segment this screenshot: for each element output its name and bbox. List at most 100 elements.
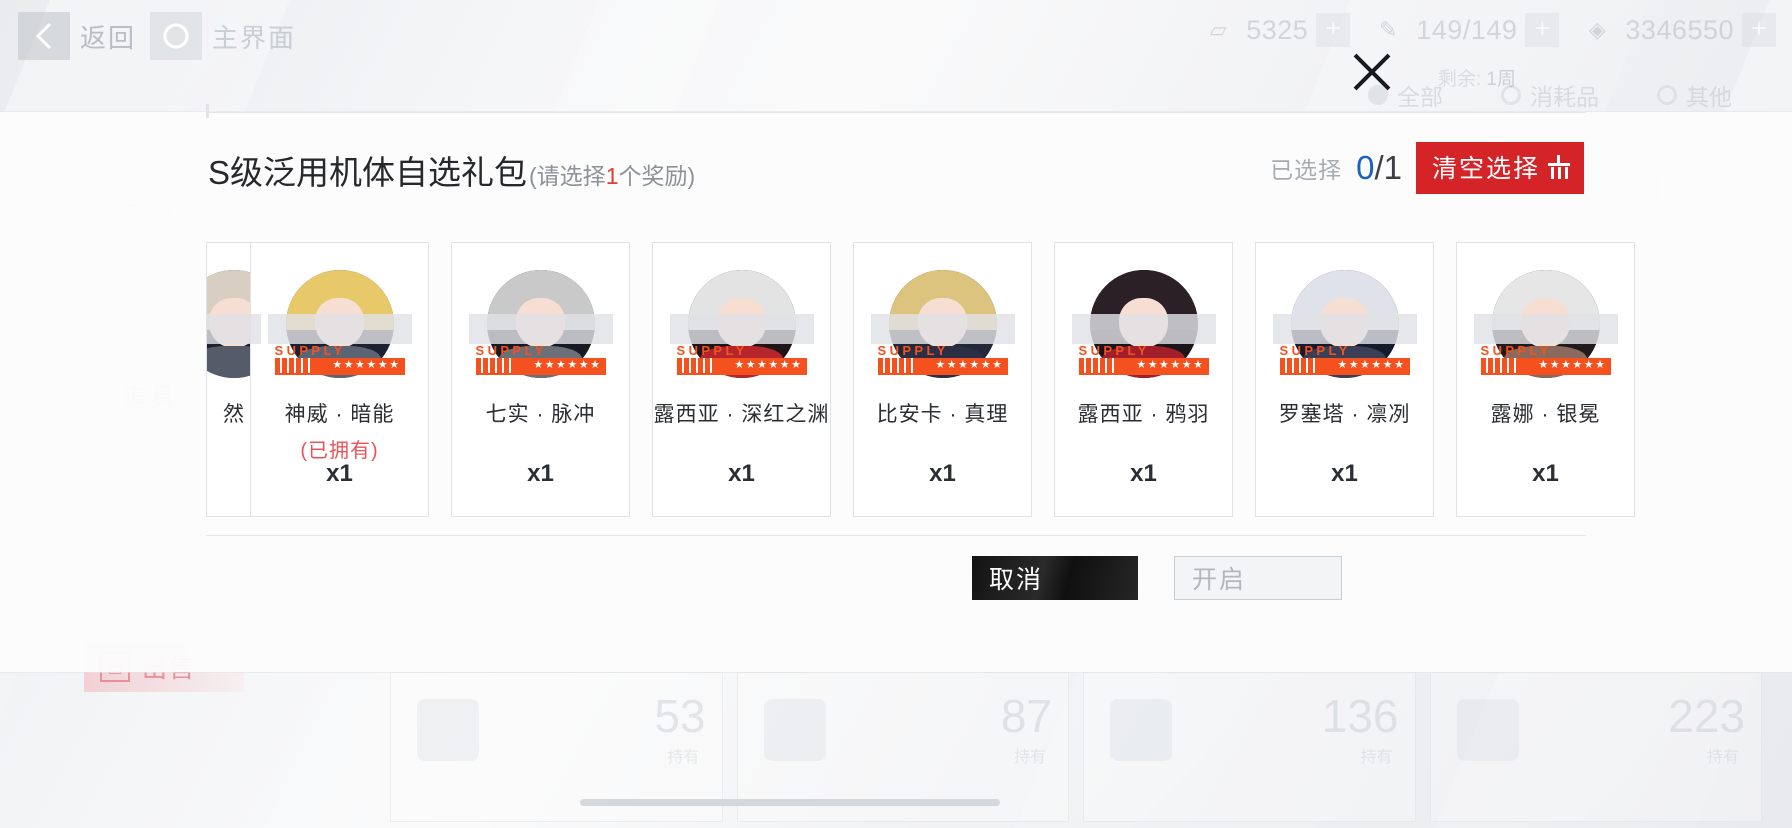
owned-tag: (已拥有) xyxy=(300,440,379,462)
card-quantity: x1 xyxy=(1130,460,1157,487)
star-rating: ★★★★★★ xyxy=(533,359,602,371)
avatar-band xyxy=(1071,314,1216,344)
reward-card[interactable]: SUPPLY ★★★★★★ 比安卡 · 真理 x1 xyxy=(853,242,1032,517)
card-name: 罗塞塔 · 凛冽 xyxy=(1278,403,1411,426)
open-button[interactable]: 开启 xyxy=(1174,556,1342,600)
dialog-header: S级泛用机体自选礼包 (请选择1个奖励) 已选择 0/1 清空选择 xyxy=(208,142,1584,194)
reward-card[interactable]: SUPPLY ★★★★★★ 罗塞塔 · 凛冽 x1 xyxy=(1255,242,1434,517)
card-name: 神威 · 暗能 xyxy=(284,403,395,426)
rank-badge: SUPPLY ★★★★★★ xyxy=(1480,343,1611,375)
bg-tab-label: 全部 xyxy=(1397,84,1443,110)
star-rating: ★★★★★★ xyxy=(1337,359,1406,371)
clear-selection-label: 清空选择 xyxy=(1431,155,1540,183)
rank-badge: SUPPLY ★★★★★★ xyxy=(877,343,1008,375)
reward-selection-dialog: S级泛用机体自选礼包 (请选择1个奖励) 已选择 0/1 清空选择 然 SUPP… xyxy=(0,104,1792,672)
rank-ticks xyxy=(1480,358,1521,373)
card-quantity: x1 xyxy=(326,460,353,487)
star-rating: ★★★★★★ xyxy=(332,359,401,371)
item-owned-label: 持有 xyxy=(1013,749,1046,766)
header-right: 已选择 0/1 清空选择 xyxy=(1270,142,1584,194)
item-icon xyxy=(1110,699,1172,761)
star-bar: ★★★★★★ xyxy=(676,358,807,375)
rank-ticks xyxy=(475,358,516,373)
star-bar: ★★★★★★ xyxy=(1279,358,1410,375)
avatar: SUPPLY ★★★★★★ xyxy=(870,270,1015,378)
selected-count: 0 xyxy=(1356,149,1375,186)
star-rating: ★★★★★★ xyxy=(734,359,803,371)
rank-text: SUPPLY xyxy=(475,343,547,358)
selected-total: 1 xyxy=(1383,149,1402,186)
item-count: 136 xyxy=(1321,690,1399,742)
reward-card[interactable]: SUPPLY ★★★★★★ 神威 · 暗能 (已拥有) x1 xyxy=(250,242,429,517)
close-x-icon[interactable] xyxy=(1344,44,1400,100)
avatar-band xyxy=(1473,314,1618,344)
bg-tab-other: 其他 xyxy=(1657,78,1732,112)
rank-badge: SUPPLY ★★★★★★ xyxy=(676,343,807,375)
horizontal-scrollbar xyxy=(580,799,1000,806)
rank-text: SUPPLY xyxy=(1480,343,1552,358)
home-button-label: 主界面 xyxy=(212,22,297,53)
star-bar: ★★★★★★ xyxy=(1078,358,1209,375)
remain-label: 剩余: xyxy=(1437,69,1482,90)
rank-text: SUPPLY xyxy=(877,343,949,358)
star-bar: ★★★★★★ xyxy=(1480,358,1611,375)
rank-badge: SUPPLY ★★★★★★ xyxy=(475,343,606,375)
card-name: 比安卡 · 真理 xyxy=(876,403,1009,426)
open-button-label: 开启 xyxy=(1192,566,1247,594)
remain-value: 1周 xyxy=(1486,69,1516,90)
status-badge: 0/1 xyxy=(1356,149,1402,187)
reward-card[interactable]: SUPPLY ★★★★★★ 七实 · 脉冲 x1 xyxy=(451,242,630,517)
rank-ticks xyxy=(1078,358,1119,373)
back-button-label: 返回 xyxy=(80,22,137,53)
rank-ticks xyxy=(1279,358,1320,373)
card-name: 露娜 · 银冕 xyxy=(1490,403,1601,426)
reward-card[interactable]: SUPPLY ★★★★★★ 露娜 · 银冕 x1 xyxy=(1456,242,1635,517)
item-owned-label: 持有 xyxy=(1360,749,1393,766)
circle-icon xyxy=(150,12,203,60)
circle-icon xyxy=(1657,85,1677,105)
item-icon xyxy=(417,699,479,761)
item-count: 223 xyxy=(1668,690,1745,742)
reward-card-list[interactable]: 然 SUPPLY ★★★★★★ 神威 · 暗能 (已拥有) x1 SUPPLY … xyxy=(0,242,1792,520)
avatar: SUPPLY ★★★★★★ xyxy=(669,270,814,378)
card-name: 七实 · 脉冲 xyxy=(485,403,596,426)
rank-ticks xyxy=(676,358,717,373)
card-name: 露西亚 · 深红之渊 xyxy=(653,403,830,426)
star-bar: ★★★★★★ xyxy=(274,358,405,375)
avatar-band xyxy=(468,314,613,344)
inventory-cell: 223 持有 xyxy=(1429,672,1762,822)
item-count: 53 xyxy=(654,690,706,742)
star-bar: ★★★★★★ xyxy=(877,358,1008,375)
avatar-band xyxy=(669,314,814,344)
back-button[interactable]: 返回 xyxy=(18,12,136,60)
clear-selection-button[interactable]: 清空选择 xyxy=(1415,142,1584,194)
subtitle-highlight: 1 xyxy=(605,163,619,189)
rank-text: SUPPLY xyxy=(1279,343,1351,358)
avatar-band xyxy=(207,314,261,344)
reward-card[interactable]: SUPPLY ★★★★★★ 露西亚 · 鸦羽 x1 xyxy=(1054,242,1233,517)
card-quantity: x1 xyxy=(1331,460,1358,487)
card-quantity: x1 xyxy=(728,460,755,487)
chevron-left-icon xyxy=(18,12,70,60)
rank-badge: SUPPLY ★★★★★★ xyxy=(1078,344,1209,375)
top-bar: 返回 主界面 xyxy=(0,0,1792,72)
avatar: SUPPLY ★★★★★★ xyxy=(1272,270,1417,378)
card-quantity: x1 xyxy=(527,460,554,487)
background-filter-tabs: 全部 消耗品 其他 xyxy=(1368,78,1732,112)
home-button[interactable]: 主界面 xyxy=(150,12,296,60)
rank-badge: SUPPLY ★★★★★★ xyxy=(1279,343,1410,375)
card-name: 然 xyxy=(223,403,245,426)
cancel-button[interactable]: 取消 xyxy=(972,556,1138,600)
star-rating: ★★★★★★ xyxy=(935,359,1004,371)
rank-text: SUPPLY xyxy=(274,343,346,358)
avatar: SUPPLY ★★★★★★ xyxy=(468,270,613,378)
card-quantity: x1 xyxy=(929,460,956,487)
item-icon xyxy=(763,699,826,761)
bg-tab-label: 其他 xyxy=(1686,84,1732,110)
avatar: SUPPLY ★★★★★★ xyxy=(1473,270,1618,378)
page-title: S级泛用机体自选礼包 xyxy=(208,154,528,191)
accent-mark xyxy=(206,104,209,118)
rank-text: SUPPLY xyxy=(676,343,748,358)
rank-ticks xyxy=(877,358,918,373)
reward-card[interactable]: SUPPLY ★★★★★★ 露西亚 · 深红之渊 x1 xyxy=(652,242,831,517)
